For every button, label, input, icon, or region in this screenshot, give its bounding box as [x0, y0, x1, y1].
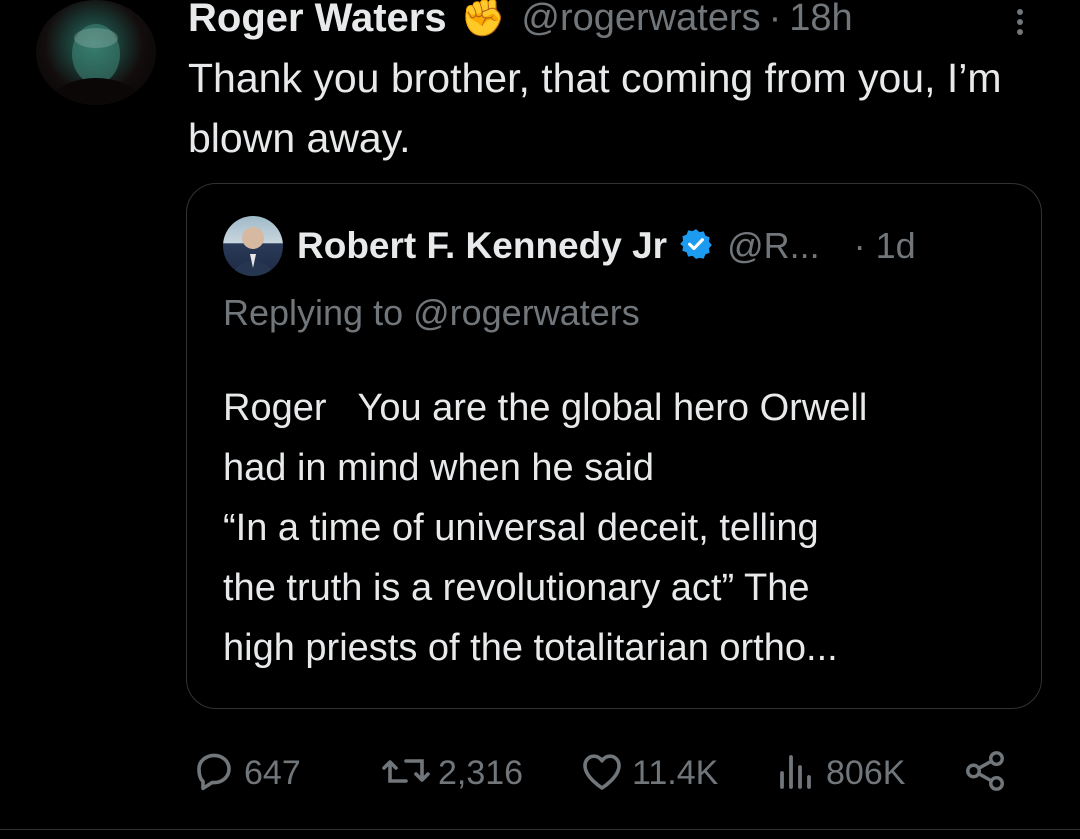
- reply-icon: [190, 747, 238, 800]
- like-icon: [578, 747, 626, 800]
- repost-icon: [380, 747, 432, 800]
- quoted-header: Robert F. Kennedy Jr @R... · 1d: [297, 216, 916, 276]
- replying-to[interactable]: Replying to @rogerwaters: [223, 292, 640, 334]
- quoted-timestamp[interactable]: 1d: [876, 225, 916, 267]
- quoted-text-line: Roger You are the global hero Orwell: [223, 387, 868, 429]
- reply-count: 647: [244, 753, 301, 792]
- like-count: 11.4K: [632, 753, 719, 792]
- tweet-text: Thank you brother, that coming from you,…: [188, 55, 1002, 161]
- quoted-text: Roger You are the global hero Orwell had…: [223, 378, 1023, 678]
- share-icon: [962, 748, 1008, 799]
- separator-dot: ·: [768, 0, 782, 39]
- views-count: 806K: [826, 753, 906, 792]
- quoted-text-line: had in mind when he said: [223, 447, 654, 489]
- quoted-text-line: the truth is a revolutionary act” The: [223, 567, 810, 609]
- quoted-text-line: high priests of the totalitarian ortho..…: [223, 627, 838, 669]
- author-name[interactable]: Roger Waters: [188, 0, 447, 41]
- repost-button[interactable]: 2,316: [380, 745, 523, 801]
- views-icon: [772, 747, 820, 800]
- more-icon[interactable]: [1008, 6, 1032, 42]
- verified-icon: [679, 227, 713, 266]
- divider: [0, 829, 1080, 830]
- views-button[interactable]: 806K: [772, 745, 905, 801]
- repost-count: 2,316: [438, 753, 524, 792]
- separator-dot: ·: [853, 225, 866, 266]
- tweet-header: Roger Waters ✊ @rogerwaters · 18h: [188, 0, 853, 48]
- quoted-text-line: “In a time of universal deceit, telling: [223, 507, 819, 549]
- author-handle[interactable]: @rogerwaters: [521, 0, 760, 40]
- quoted-handle[interactable]: @R...: [727, 225, 820, 267]
- quoted-tweet-card[interactable]: Robert F. Kennedy Jr @R... · 1d Replying…: [186, 183, 1042, 709]
- like-button[interactable]: 11.4K: [578, 745, 718, 801]
- avatar[interactable]: [36, 0, 156, 105]
- fist-badge-icon: ✊: [460, 0, 506, 38]
- reply-button[interactable]: 647: [190, 745, 301, 801]
- share-button[interactable]: [962, 745, 1008, 801]
- timestamp[interactable]: 18h: [789, 0, 852, 40]
- quoted-author-name[interactable]: Robert F. Kennedy Jr: [297, 225, 667, 267]
- quoted-avatar[interactable]: [223, 216, 283, 276]
